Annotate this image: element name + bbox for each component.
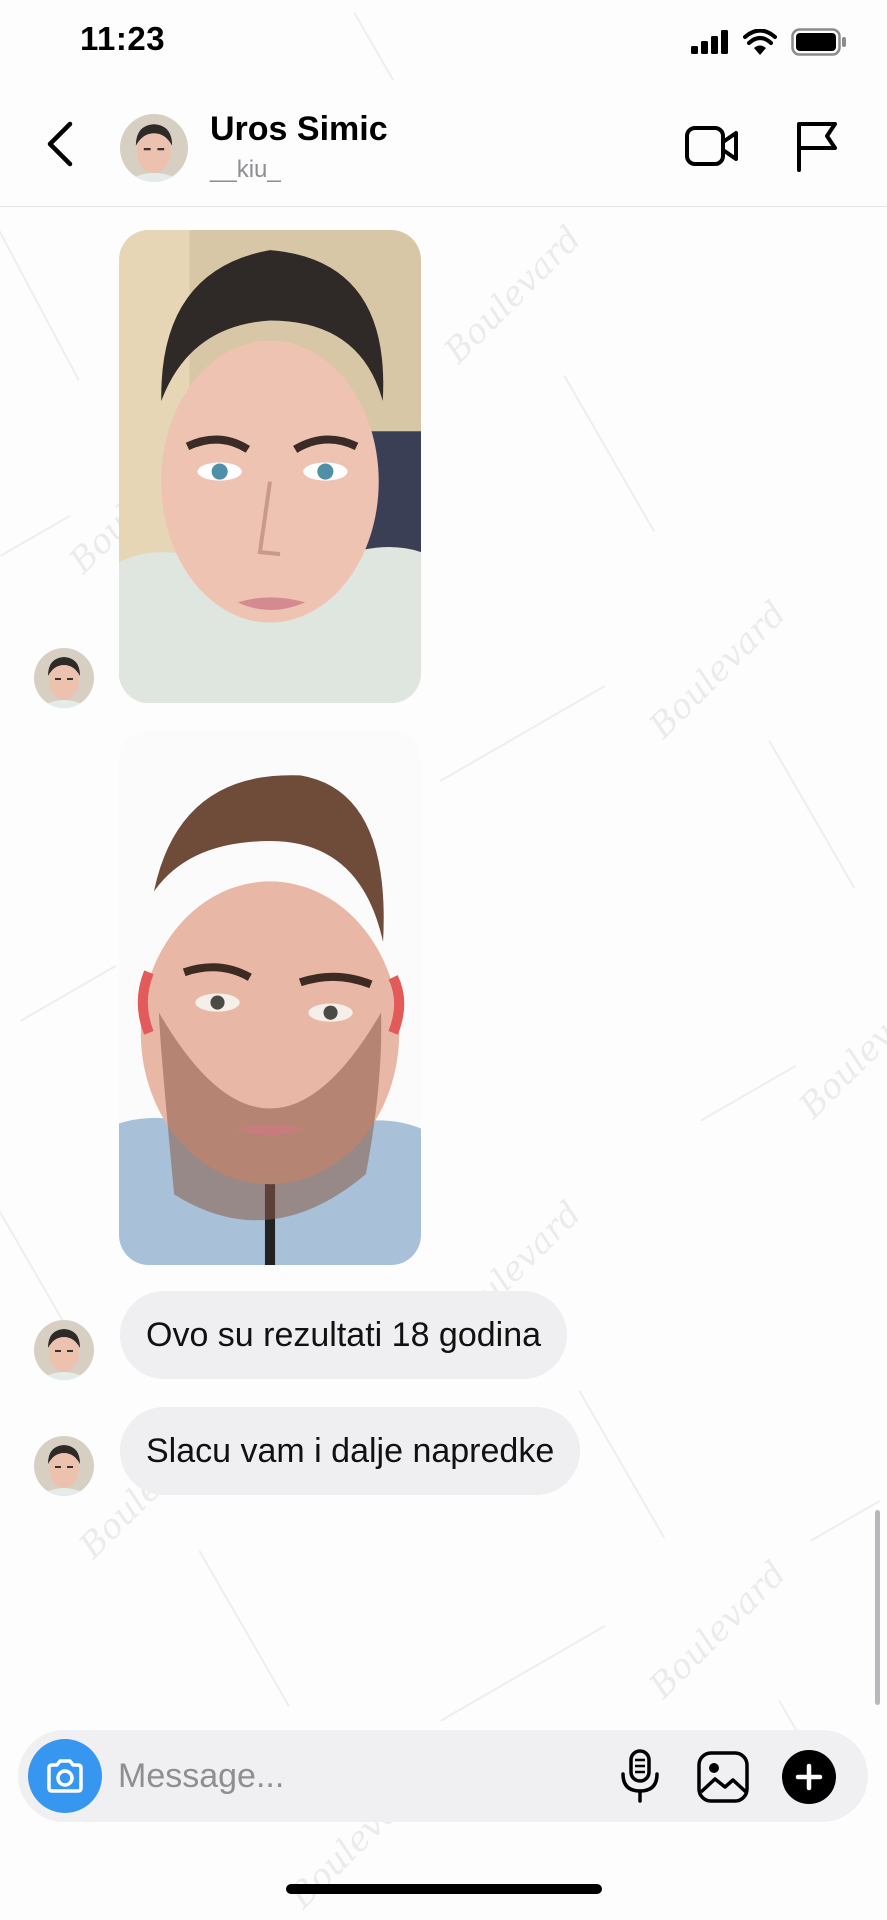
contact-name[interactable]: Uros Simic <box>210 110 388 149</box>
contact-username: __kiu_ <box>210 156 281 183</box>
more-options-button[interactable] <box>782 1750 836 1804</box>
flag-icon <box>797 122 837 172</box>
cellular-signal-icon <box>691 30 728 54</box>
message-text: Slacu vam i dalje napredke <box>146 1431 555 1470</box>
contact-avatar[interactable] <box>120 114 188 182</box>
sender-avatar[interactable] <box>34 1436 94 1496</box>
message-input[interactable] <box>118 1748 598 1804</box>
video-call-button[interactable] <box>684 122 740 170</box>
plus-icon <box>795 1763 823 1791</box>
gallery-icon <box>697 1751 749 1803</box>
sender-avatar[interactable] <box>34 1320 94 1380</box>
microphone-icon <box>621 1749 659 1803</box>
sender-avatar[interactable] <box>34 648 94 708</box>
home-indicator[interactable] <box>286 1884 602 1894</box>
gallery-button[interactable] <box>696 1750 750 1804</box>
message-bubble[interactable]: Slacu vam i dalje napredke <box>120 1407 581 1495</box>
battery-icon <box>791 28 846 56</box>
message-photo-1[interactable] <box>119 230 421 703</box>
camera-button[interactable] <box>28 1739 102 1813</box>
message-text: Ovo su rezultati 18 godina <box>146 1315 542 1354</box>
camera-icon <box>47 1759 83 1793</box>
status-time: 11:23 <box>80 20 166 57</box>
video-camera-icon <box>685 126 738 166</box>
wifi-icon <box>743 29 777 55</box>
back-chevron-icon <box>47 121 73 167</box>
message-composer <box>18 1730 868 1822</box>
back-button[interactable] <box>40 120 80 168</box>
report-button[interactable] <box>794 120 840 172</box>
voice-message-button[interactable] <box>618 1748 662 1804</box>
status-icons <box>691 24 847 60</box>
message-photo-2[interactable] <box>119 730 421 1265</box>
message-bubble[interactable]: Ovo su rezultati 18 godina <box>120 1291 568 1379</box>
chat-header: Uros Simic __kiu_ <box>0 80 887 207</box>
scrollbar[interactable] <box>875 1510 880 1705</box>
